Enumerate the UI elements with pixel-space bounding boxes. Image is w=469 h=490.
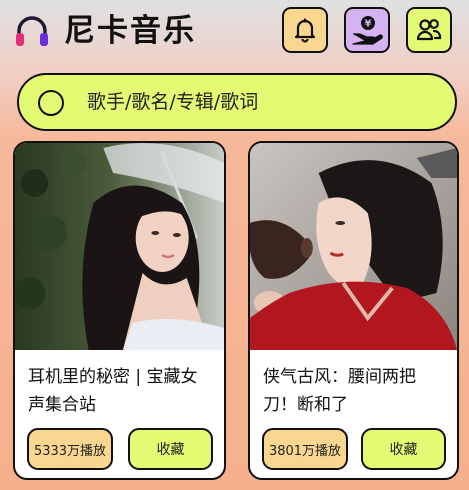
users-button[interactable] [406,7,452,53]
search-circle-icon [38,90,64,116]
play-count-badge: 3801万播放 [262,428,348,470]
play-count-badge: 5333万播放 [27,428,113,470]
svg-text:¥: ¥ [365,19,372,30]
app-title: 尼卡音乐 [64,13,196,49]
playlist-cover-image[interactable] [15,143,224,350]
playlist-cover-image[interactable] [250,143,457,350]
app-header: 尼卡音乐 ¥ [0,0,469,62]
favorite-button[interactable]: 收藏 [128,428,213,470]
headphones-icon [14,14,50,48]
favorite-button[interactable]: 收藏 [361,428,446,470]
search-placeholder: 歌手/歌名/专辑/歌词 [87,91,259,113]
notifications-button[interactable] [282,7,328,53]
donate-button[interactable]: ¥ [344,7,390,53]
playlist-title: 耳机里的秘密 | 宝藏女声集合站 [28,367,198,415]
playlist-card[interactable]: 侠气古风：腰间两把刀！断和了 3801万播放 收藏 [248,141,459,480]
users-icon [416,19,442,41]
playlist-title: 侠气古风：腰间两把刀！断和了 [263,367,416,415]
search-bar[interactable]: 歌手/歌名/专辑/歌词 [17,73,457,131]
bell-icon [294,18,316,43]
playlist-card[interactable]: 耳机里的秘密 | 宝藏女声集合站 5333万播放 收藏 [13,141,226,480]
donate-hand-yen-icon: ¥ [352,16,383,45]
